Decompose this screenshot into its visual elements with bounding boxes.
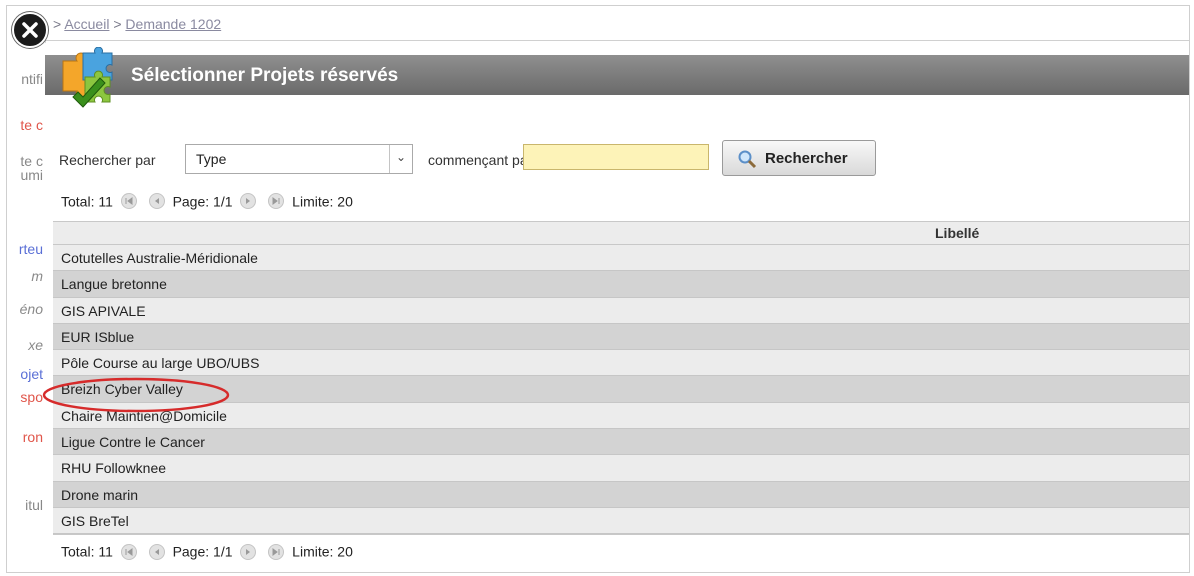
row-label: Chaire Maintien@Domicile [61,407,227,424]
first-page-icon[interactable] [120,193,137,210]
select-projects-modal: Sélectionner Projets réservés Rechercher… [45,43,1189,572]
first-page-icon[interactable] [120,543,137,560]
table-row[interactable]: Cotutelles Australie-Méridionale [53,245,1189,272]
table-row[interactable]: Drone marin [53,481,1189,508]
row-label: RHU Followknee [61,460,167,477]
close-icon[interactable] [12,12,48,48]
column-libelle[interactable]: Libellé [935,225,979,241]
background-text-fragment: spo [20,389,43,405]
search-input[interactable] [523,144,709,170]
puzzle-icon [55,46,121,116]
breadcrumb-home-link[interactable]: Accueil [64,16,109,32]
begins-with-label: commençant par [428,152,533,168]
projects-table: Libellé Cotutelles Australie-Méridionale… [53,221,1189,565]
magnifier-icon [737,149,757,172]
background-text-fragment: umi [20,167,43,183]
background-text-fragment: te c [20,117,43,133]
row-label: Langue bretonne [61,276,167,293]
table-row[interactable]: EUR ISblue [53,323,1189,351]
last-page-icon[interactable] [268,193,285,210]
top-bar: > Accueil > Demande 1202 [45,6,1189,41]
table-row[interactable]: Pôle Course au large UBO/UBS [53,350,1189,377]
pager-page: Page: 1/1 [172,543,233,560]
search-button[interactable]: Rechercher [722,140,876,176]
table-row[interactable]: Breizh Cyber Valley [53,376,1189,403]
last-page-icon[interactable] [268,543,285,560]
row-label: Cotutelles Australie-Méridionale [61,250,258,266]
modal-title: Sélectionner Projets réservés [131,65,399,86]
row-label: EUR ISblue [61,328,135,345]
row-label: Pôle Course au large UBO/UBS [61,355,260,372]
table-footer: Total: 11 Page: 1/1 Limite: 20 [53,534,1189,565]
next-page-icon[interactable] [240,193,257,210]
table-header: Libellé [53,221,1189,245]
table-row[interactable]: Langue bretonne [53,271,1189,298]
table-row[interactable]: Ligue Contre le Cancer [53,429,1189,456]
background-text-fragment: ron [22,429,43,445]
table-body: Cotutelles Australie-Méridionale Langue … [53,245,1189,535]
background-text-fragment: ntifi [21,71,43,87]
pager-total: Total: 11 [61,193,113,210]
pager-total: Total: 11 [61,543,113,560]
row-label: GIS BreTel [61,512,129,529]
table-row[interactable]: Chaire Maintien@Domicile [53,402,1189,430]
search-row: Rechercher par Type ⌄ commençant par Rec… [53,140,1189,176]
breadcrumb: > Accueil > Demande 1202 [53,16,221,32]
modal-header: Sélectionner Projets réservés [45,55,1189,95]
background-page: ntifi te c te c umi rteu m éno xe ojet spo ron itul [7,6,46,572]
background-text-fragment: ojet [20,366,43,382]
prev-page-icon[interactable] [148,193,165,210]
prev-page-icon[interactable] [148,543,165,560]
table-row[interactable]: GIS APIVALE [53,297,1189,324]
breadcrumb-current-link[interactable]: Demande 1202 [125,16,221,32]
pager-bottom: Total: 11 Page: 1/1 Limite: 20 [61,542,353,560]
search-button-label: Rechercher [765,150,848,167]
next-page-icon[interactable] [240,543,257,560]
search-type-value: Type [196,151,227,167]
browser-frame: ntifi te c te c umi rteu m éno xe ojet spo ron itul… [6,5,1190,573]
background-text-fragment: m [31,268,43,284]
breadcrumb-sep: > [53,16,62,32]
pager-limit: Limite: 20 [292,543,353,560]
row-label: Ligue Contre le Cancer [61,434,205,451]
chevron-down-icon[interactable]: ⌄ [389,145,412,173]
background-text-fragment: éno [19,301,43,317]
background-text-fragment: itul [25,497,43,513]
background-text-fragment: rteu [18,241,43,257]
search-by-label: Rechercher par [59,152,156,168]
row-label: Breizh Cyber Valley [61,381,183,398]
pager-page: Page: 1/1 [172,193,233,210]
table-row[interactable]: RHU Followknee [53,455,1189,482]
breadcrumb-sep: > [113,16,122,32]
search-type-select[interactable]: Type ⌄ [185,144,413,174]
background-text-fragment: xe [28,337,43,353]
row-label: GIS APIVALE [61,302,146,319]
row-label: Drone marin [61,486,139,503]
pager-limit: Limite: 20 [292,193,353,210]
table-row[interactable]: GIS BreTel [53,507,1189,535]
pager-top: Total: 11 Page: 1/1 Limite: 20 [61,192,353,210]
